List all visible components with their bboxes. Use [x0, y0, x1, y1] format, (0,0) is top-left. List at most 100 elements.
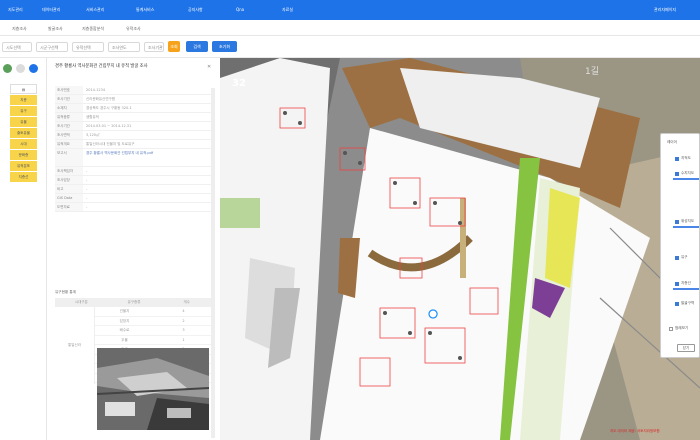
field-row: 유적종류 생활유적	[55, 113, 213, 122]
layer-checkbox[interactable]	[675, 172, 679, 176]
table-header: 시대구분 유구종류 개수	[55, 298, 213, 307]
table-cell: 배수로	[119, 328, 130, 332]
field-key: 조사면적	[55, 131, 83, 139]
nav-item-1[interactable]: 지도관리	[8, 7, 23, 13]
category-item-1[interactable]: 지층	[10, 95, 37, 105]
subnav-tab-2[interactable]: 발굴조사	[48, 26, 63, 32]
field-row: GIS Data -	[55, 194, 213, 203]
list-icon[interactable]	[16, 64, 25, 73]
category-item-7[interactable]: 유적분포	[10, 161, 37, 171]
locate-icon[interactable]	[29, 64, 38, 73]
block-number-label: 32	[232, 78, 246, 89]
layer-icon[interactable]	[3, 64, 12, 73]
year-select[interactable]: 조사연도	[108, 42, 140, 52]
field-key: 조사담당	[55, 176, 83, 184]
subnav-tab-3[interactable]: 지층종합분석	[82, 26, 104, 32]
panel-scrollbar[interactable]	[211, 88, 215, 438]
field-value: -	[86, 169, 88, 173]
table-header-cell: 개수	[183, 300, 190, 304]
legend-toggle-checkbox[interactable]	[669, 327, 673, 331]
map-notice: 지도 데이터 제공: 국토지리정보원	[610, 429, 660, 433]
table-row: 담장지 2	[95, 317, 213, 326]
opacity-slider[interactable]	[673, 178, 699, 180]
nav-item-5[interactable]: 공지사항	[188, 7, 203, 13]
panel-title: 경주 황룡사 역사문화관 건립부지 내 유적 발굴 조사	[55, 64, 148, 69]
field-row: 도면자료 -	[55, 203, 213, 212]
org-select[interactable]: 조사기관	[144, 42, 164, 52]
query-button[interactable]: 조회	[168, 41, 180, 52]
nav-item-2[interactable]: 데이터관리	[42, 7, 60, 13]
reset-button[interactable]: 초기화	[212, 41, 237, 52]
layer-legend-panel: 레이어 지적도 수치지도 위성지도 유구 지층선 발굴구역 범례보기 닫기	[660, 133, 700, 358]
layer-checkbox[interactable]	[675, 220, 679, 224]
aerial-photo-graphic	[97, 348, 209, 430]
field-key: 조사번호	[55, 86, 83, 94]
field-row: 조사담당 -	[55, 176, 213, 185]
field-value: -	[86, 205, 88, 209]
road-name-label: 1길	[585, 67, 600, 77]
table-cell: 2	[182, 318, 185, 323]
field-row: 조사기간 2014.03.01 ~ 2014.12.31	[55, 122, 213, 131]
table-row: 건물지 4	[95, 307, 213, 317]
map-canvas[interactable]: 32 1길	[220, 58, 700, 440]
stats-section-title: 유구현황 통계	[55, 290, 76, 294]
category-item-5[interactable]: 시대	[10, 139, 37, 149]
site-aerial-photo	[97, 348, 209, 430]
legend-close-button[interactable]: 닫기	[677, 344, 695, 352]
field-key: 비고	[55, 185, 83, 193]
top-navigation: 지도관리 데이터관리 서비스관리 통계서비스 공지사항 Qna 자료실 관리자페…	[0, 0, 700, 20]
opacity-slider[interactable]	[673, 288, 699, 290]
layer-checkbox[interactable]	[675, 302, 679, 306]
region-select[interactable]: 시도선택	[2, 42, 32, 52]
layer-checkbox[interactable]	[675, 157, 679, 161]
category-item-3[interactable]: 유물	[10, 117, 37, 127]
field-row: 보고서 경주 황룡사 역사문화관 건립부지 내 유적.pdf	[55, 149, 213, 167]
field-value: 2014.03.01 ~ 2014.12.31	[86, 124, 132, 128]
field-row: 조사기관 신라문화유산연구원	[55, 95, 213, 104]
layer-sidebar: ▤ 지층 유구 유물 출토유물 시대 문화층 유적분포 지층선	[0, 58, 46, 440]
legend-title: 레이어	[667, 140, 677, 144]
field-row: 비고 -	[55, 185, 213, 194]
table-cell: 1	[182, 337, 185, 342]
field-key: 유적종류	[55, 113, 83, 121]
field-value: 경상북도 경주시 구황동 320-1	[86, 106, 132, 110]
nav-item-7[interactable]: 자료실	[282, 7, 293, 13]
district-select[interactable]: 시군구선택	[36, 42, 68, 52]
subnav-tab-4[interactable]: 유적조사	[126, 26, 141, 32]
nav-item-3[interactable]: 서비스관리	[86, 7, 104, 13]
layer-label: 지층선	[681, 281, 691, 285]
layer-label: 수치지도	[681, 171, 695, 175]
layer-checkbox[interactable]	[675, 282, 679, 286]
category-item-6[interactable]: 문화층	[10, 150, 37, 160]
category-list: ▤ 지층 유구 유물 출토유물 시대 문화층 유적분포 지층선	[10, 84, 37, 183]
nav-item-6[interactable]: Qna	[236, 7, 244, 12]
field-value: 3,120㎡	[86, 133, 100, 137]
category-item-4[interactable]: 출토유물	[10, 128, 37, 138]
table-row: 배수로 3	[95, 326, 213, 336]
sub-navigation: 지층조사 발굴조사 지층종합분석 유적조사	[0, 20, 700, 36]
nav-item-4[interactable]: 통계서비스	[136, 7, 154, 13]
report-link[interactable]: 경주 황룡사 역사문화관 건립부지 내 유적.pdf	[83, 149, 213, 166]
layer-label: 지적도	[681, 156, 691, 160]
map-drawing	[220, 58, 700, 440]
search-button[interactable]: 검색	[186, 41, 208, 52]
field-value: 생활유적	[86, 115, 99, 119]
close-icon[interactable]: ✕	[207, 64, 211, 70]
table-cell: 4	[182, 309, 185, 313]
admin-link[interactable]: 관리자페이지	[654, 7, 676, 13]
table-cell: 우물	[121, 337, 128, 342]
layer-label: 유구	[681, 255, 688, 259]
subnav-tab-1[interactable]: 지층조사	[12, 26, 27, 32]
field-value: -	[86, 187, 88, 191]
table-row: 우물 1	[95, 336, 213, 345]
category-item-8[interactable]: 지층선	[10, 172, 37, 182]
field-value: -	[86, 196, 88, 200]
layer-checkbox[interactable]	[675, 256, 679, 260]
field-row: 조사책임자 -	[55, 167, 213, 176]
category-item-2[interactable]: 유구	[10, 106, 37, 116]
table-header-cell: 시대구분	[74, 300, 88, 304]
layer-label: 위성지도	[681, 219, 695, 223]
field-key: 보고서	[55, 149, 83, 166]
site-select[interactable]: 유적선택	[72, 42, 104, 52]
opacity-slider[interactable]	[673, 226, 699, 228]
